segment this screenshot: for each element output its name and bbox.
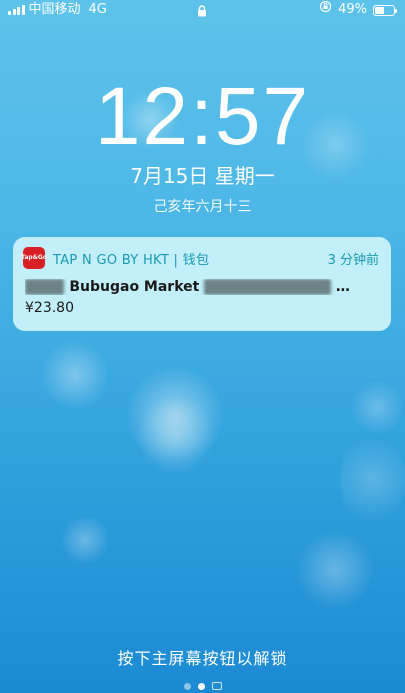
battery-fill — [375, 6, 384, 14]
camera-icon[interactable] — [211, 682, 222, 690]
notification-card[interactable]: Tap&Go TAP N GO BY HKT | 钱包 3 分钟前 Shan B… — [13, 237, 391, 331]
page-dot[interactable] — [183, 682, 191, 690]
bokeh-light — [60, 515, 110, 565]
status-right: 49% — [319, 0, 397, 20]
lock-date: 7月15日 星期一 — [130, 164, 275, 188]
lock-time: 12:57 — [94, 71, 311, 162]
bokeh-light — [295, 530, 375, 610]
unlock-hint: 按下主屏幕按钮以解锁 — [117, 649, 288, 668]
bokeh-light — [40, 340, 110, 410]
redacted-text: Shan — [25, 279, 65, 295]
tapngo-app-icon: Tap&Go — [21, 247, 47, 269]
notification-header: Tap&Go TAP N GO BY HKT | 钱包 3 分钟前 — [21, 247, 379, 269]
orientation-lock-icon — [319, 0, 332, 20]
notification-title: Shan Bubugao Market Jiangbei District … — [25, 279, 379, 295]
bokeh-light — [340, 430, 405, 530]
signal-icon — [8, 5, 25, 15]
bokeh-light — [350, 380, 405, 435]
page-indicator — [0, 682, 405, 690]
redacted-text: Jiangbei District — [204, 279, 331, 295]
app-icon-text: Tap&Go — [21, 254, 47, 261]
lunar-date: 己亥年六月十三 — [153, 199, 252, 215]
notification-amount: ¥23.80 — [25, 300, 74, 316]
carrier-name: 中国移动 — [28, 2, 81, 17]
lock-icon — [197, 4, 207, 24]
battery-icon — [373, 4, 397, 16]
notification-ellipsis: … — [335, 279, 350, 295]
bokeh-light — [135, 395, 215, 475]
page-dot-active[interactable] — [197, 682, 205, 690]
network-type: 4G — [88, 2, 107, 17]
status-bar: 中国移动 4G 49% — [0, 0, 405, 20]
bokeh-light — [125, 365, 225, 465]
status-left: 中国移动 4G — [8, 0, 107, 20]
battery-percent: 49% — [338, 2, 367, 17]
notification-app-name: TAP N GO BY HKT | 钱包 — [53, 252, 210, 268]
notification-merchant: Bubugao Market — [69, 279, 200, 295]
notification-time: 3 分钟前 — [327, 252, 379, 268]
